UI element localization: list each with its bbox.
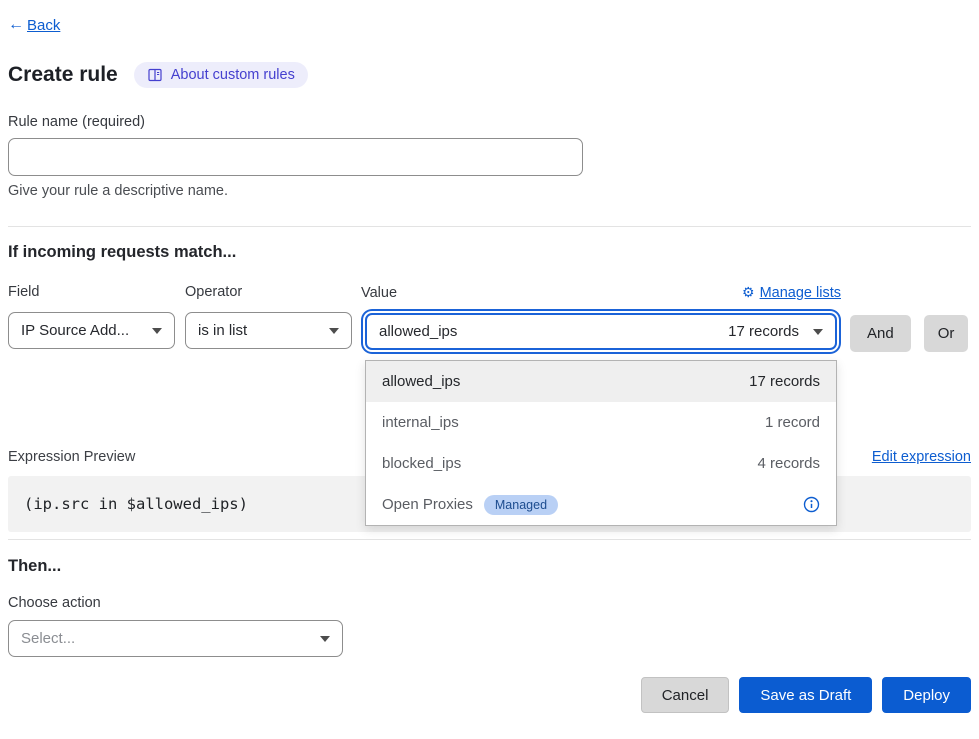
back-arrow-icon: ← bbox=[8, 16, 24, 34]
deploy-button[interactable]: Deploy bbox=[882, 677, 971, 713]
match-section-heading: If incoming requests match... bbox=[8, 243, 971, 262]
edit-expression-link[interactable]: Edit expression bbox=[872, 449, 971, 465]
info-icon[interactable] bbox=[803, 496, 820, 513]
manage-lists-link[interactable]: ⚙ Manage lists bbox=[742, 284, 841, 301]
about-badge-label: About custom rules bbox=[171, 67, 295, 83]
list-dropdown-menu: allowed_ips 17 records internal_ips 1 re… bbox=[365, 360, 837, 526]
match-condition-row: Field IP Source Add... Operator is in li… bbox=[8, 284, 971, 352]
field-label: Field bbox=[8, 284, 175, 300]
list-option-count: 17 records bbox=[749, 373, 820, 390]
list-option-name: Open Proxies bbox=[382, 496, 473, 513]
action-select-placeholder: Select... bbox=[21, 630, 75, 647]
section-divider bbox=[8, 539, 971, 540]
rule-name-label: Rule name (required) bbox=[8, 114, 971, 130]
operator-select-value: is in list bbox=[198, 322, 247, 339]
list-option-name: allowed_ips bbox=[382, 373, 460, 390]
gear-icon: ⚙ bbox=[742, 284, 755, 301]
create-rule-page: ← Back Create rule About custom rules Ru… bbox=[0, 0, 979, 713]
action-select[interactable]: Select... bbox=[8, 620, 343, 657]
save-as-draft-button[interactable]: Save as Draft bbox=[739, 677, 872, 713]
operator-label: Operator bbox=[185, 284, 352, 300]
manage-lists-label: Manage lists bbox=[760, 285, 841, 301]
operator-select[interactable]: is in list bbox=[185, 312, 352, 349]
back-link[interactable]: ← Back bbox=[8, 16, 60, 34]
then-section-heading: Then... bbox=[8, 557, 971, 576]
list-option-count: 1 record bbox=[765, 414, 820, 431]
back-link-label: Back bbox=[27, 17, 60, 34]
list-option-allowed-ips[interactable]: allowed_ips 17 records bbox=[366, 361, 836, 402]
rule-name-helper: Give your rule a descriptive name. bbox=[8, 183, 971, 199]
value-select-count: 17 records bbox=[728, 323, 799, 340]
chevron-down-icon bbox=[329, 328, 339, 334]
managed-badge: Managed bbox=[484, 495, 558, 515]
list-option-blocked-ips[interactable]: blocked_ips 4 records bbox=[366, 443, 836, 484]
choose-action-label: Choose action bbox=[8, 595, 971, 611]
chevron-down-icon bbox=[320, 636, 330, 642]
book-icon bbox=[147, 67, 163, 83]
section-divider bbox=[8, 226, 971, 227]
list-option-internal-ips[interactable]: internal_ips 1 record bbox=[366, 402, 836, 443]
list-option-open-proxies[interactable]: Open Proxies Managed bbox=[366, 484, 836, 525]
list-option-name: internal_ips bbox=[382, 414, 459, 431]
cancel-button[interactable]: Cancel bbox=[641, 677, 730, 713]
list-option-count: 4 records bbox=[757, 455, 820, 472]
value-select[interactable]: allowed_ips 17 records bbox=[365, 313, 837, 350]
footer-actions: Cancel Save as Draft Deploy bbox=[8, 677, 971, 713]
field-select[interactable]: IP Source Add... bbox=[8, 312, 175, 349]
chevron-down-icon bbox=[152, 328, 162, 334]
value-select-name: allowed_ips bbox=[379, 323, 728, 340]
about-custom-rules-link[interactable]: About custom rules bbox=[134, 62, 308, 88]
list-option-name: blocked_ips bbox=[382, 455, 461, 472]
and-button[interactable]: And bbox=[850, 315, 911, 352]
value-label: Value bbox=[361, 285, 397, 301]
expression-code: (ip.src in $allowed_ips) bbox=[24, 495, 248, 513]
field-select-value: IP Source Add... bbox=[21, 322, 129, 339]
chevron-down-icon bbox=[813, 329, 823, 335]
rule-name-input[interactable] bbox=[8, 138, 583, 176]
page-title: Create rule bbox=[8, 63, 118, 87]
expression-preview-label: Expression Preview bbox=[8, 449, 135, 465]
or-button[interactable]: Or bbox=[924, 315, 969, 352]
